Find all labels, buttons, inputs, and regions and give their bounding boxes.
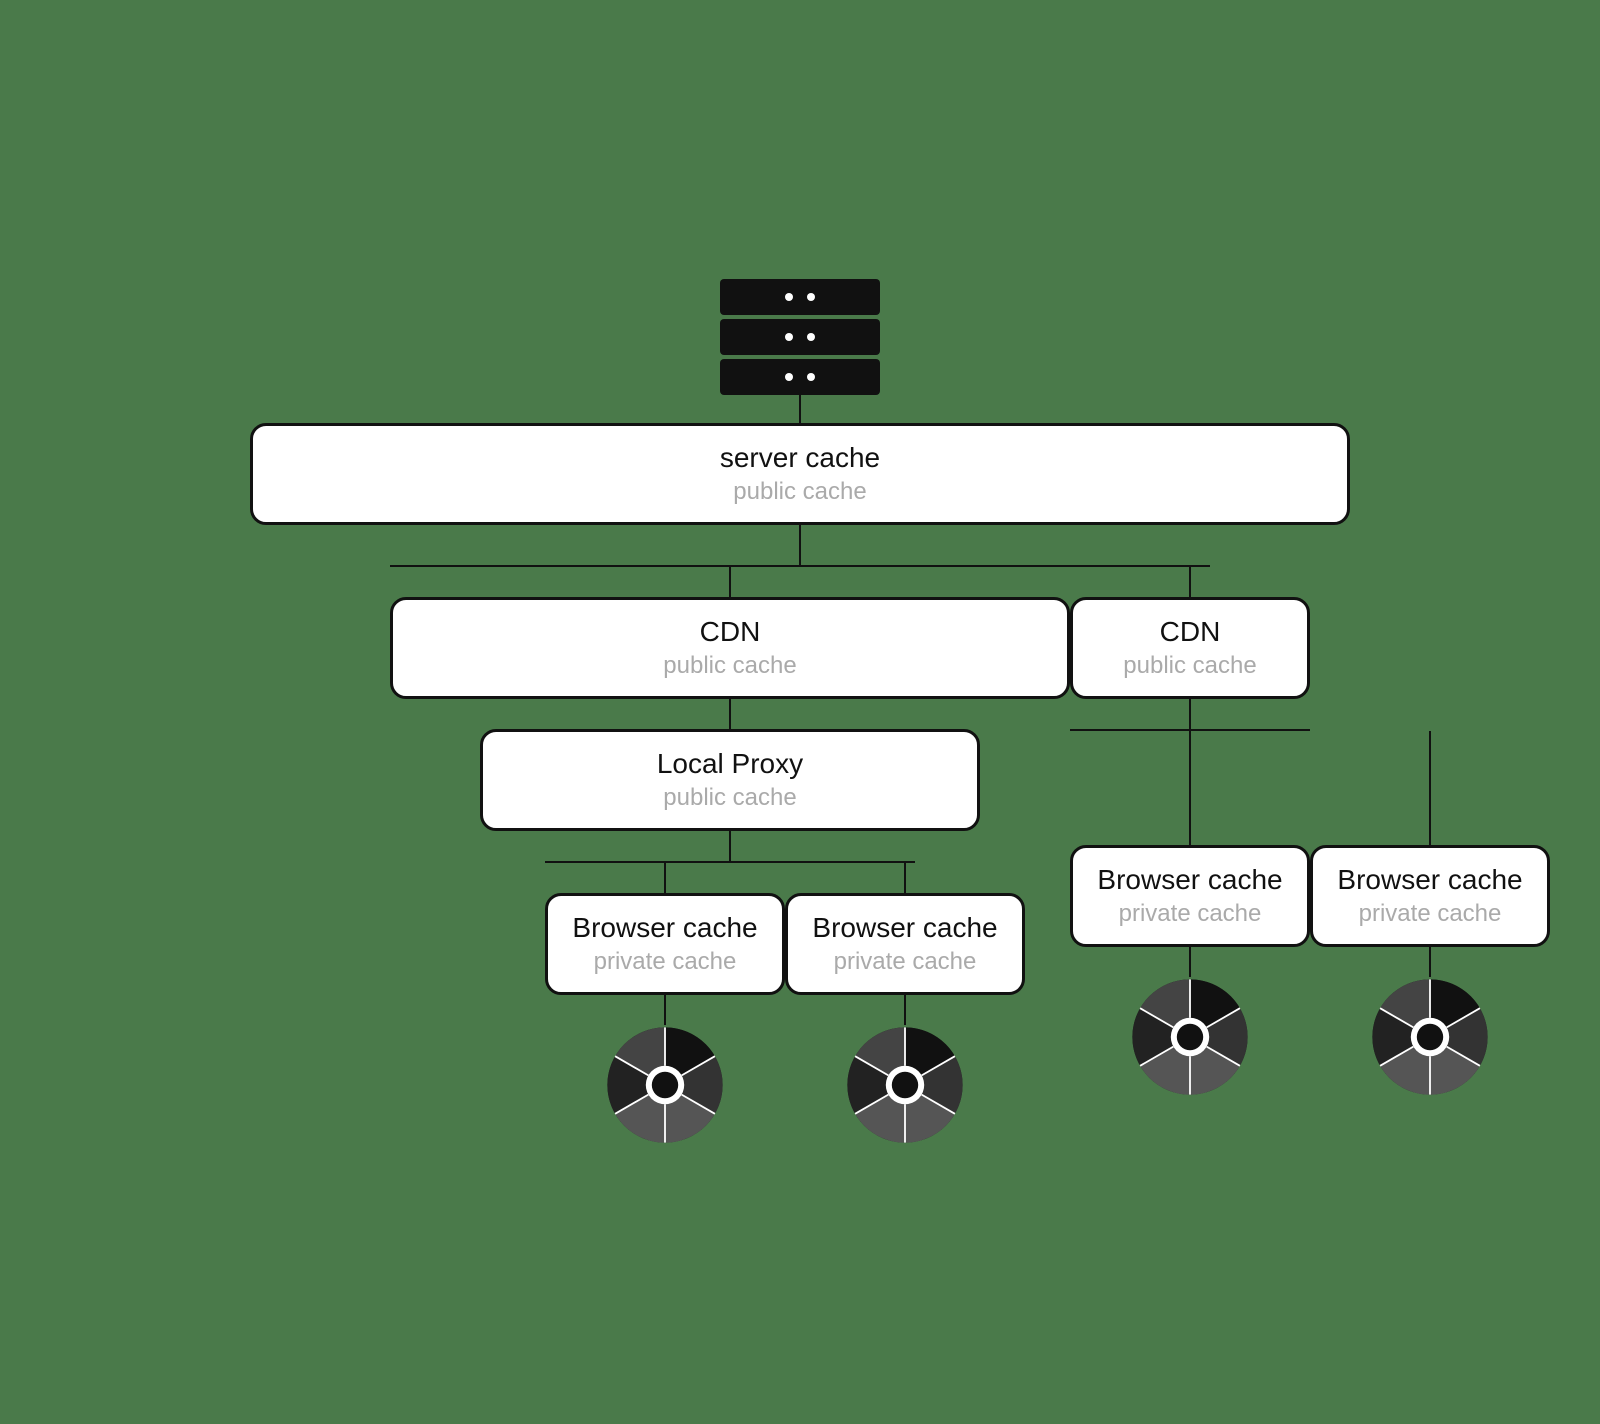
server-layer-3	[720, 359, 880, 395]
local-proxy-box: Local Proxy public cache	[480, 729, 980, 831]
b2-subtitle: private cache	[834, 948, 977, 976]
cdn-right-title: CDN	[1160, 616, 1221, 648]
cdn-left-title: CDN	[700, 616, 761, 648]
server-layer-1	[720, 279, 880, 315]
conn-v-b2	[904, 863, 906, 893]
chrome-icon-3	[1130, 977, 1250, 1097]
conn-v-proxy-split	[729, 831, 731, 861]
conn-v-b1	[664, 863, 666, 893]
conn-v-cdn-left-2	[729, 699, 731, 729]
conn-v-b1-chrome	[664, 995, 666, 1025]
server-cache-subtitle: public cache	[733, 478, 866, 506]
browser-col-3: Browser cache private cache	[1070, 731, 1310, 1097]
browser-col-1: Browser cache private cache	[545, 863, 785, 1145]
top-level-branches: CDN public cache Local Proxy public cach…	[390, 567, 1210, 1145]
browser-cache-3: Browser cache private cache	[1070, 845, 1310, 947]
cdn-left-box: CDN public cache	[390, 597, 1070, 699]
diagram: server cache public cache CDN public cac…	[200, 239, 1400, 1185]
conn-v-cdn-right-split	[1189, 699, 1191, 729]
connector-v1	[799, 525, 801, 565]
conn-v-b2-chrome	[904, 995, 906, 1025]
proxy-children: Browser cache private cache	[545, 863, 915, 1145]
b3-subtitle: private cache	[1119, 900, 1262, 928]
conn-v-cdn-right	[1189, 567, 1191, 597]
browser-cache-4: Browser cache private cache	[1310, 845, 1550, 947]
browser-cache-1: Browser cache private cache	[545, 893, 785, 995]
b2-title: Browser cache	[812, 912, 997, 944]
cdn-left-subtitle: public cache	[663, 652, 796, 680]
b1-title: Browser cache	[572, 912, 757, 944]
chrome-icon-4	[1370, 977, 1490, 1097]
server-cache-title: server cache	[720, 442, 880, 474]
server-layer-2	[720, 319, 880, 355]
conn-v-b4-spacer	[1429, 731, 1431, 845]
cdn-right-box: CDN public cache	[1070, 597, 1310, 699]
b1-subtitle: private cache	[594, 948, 737, 976]
conn-v-b4-chrome	[1429, 947, 1431, 977]
b4-title: Browser cache	[1337, 864, 1522, 896]
left-main-branch: CDN public cache Local Proxy public cach…	[390, 567, 1070, 1145]
server-icon	[720, 279, 880, 395]
server-cache-box: server cache public cache	[250, 423, 1350, 525]
cdn-right-subtitle: public cache	[1123, 652, 1256, 680]
browser-col-4: Browser cache private cache	[1310, 731, 1550, 1097]
conn-v-b3-spacer	[1189, 731, 1191, 845]
b4-subtitle: private cache	[1359, 900, 1502, 928]
browser-col-2: Browser cache private cache	[785, 863, 1025, 1145]
local-proxy-title: Local Proxy	[657, 748, 803, 780]
chrome-icon-2	[845, 1025, 965, 1145]
browser-cache-2: Browser cache private cache	[785, 893, 1025, 995]
connector-h-top	[390, 565, 1210, 567]
cdn-right-children: Browser cache private cache	[1070, 731, 1310, 1097]
chrome-icon-1	[605, 1025, 725, 1145]
conn-v-cdn-left	[729, 567, 731, 597]
connector-server-to-box	[799, 395, 801, 423]
conn-v-b3-chrome	[1189, 947, 1191, 977]
b3-title: Browser cache	[1097, 864, 1282, 896]
local-proxy-subtitle: public cache	[663, 784, 796, 812]
right-main-branch: CDN public cache Browser c	[1070, 567, 1310, 1097]
